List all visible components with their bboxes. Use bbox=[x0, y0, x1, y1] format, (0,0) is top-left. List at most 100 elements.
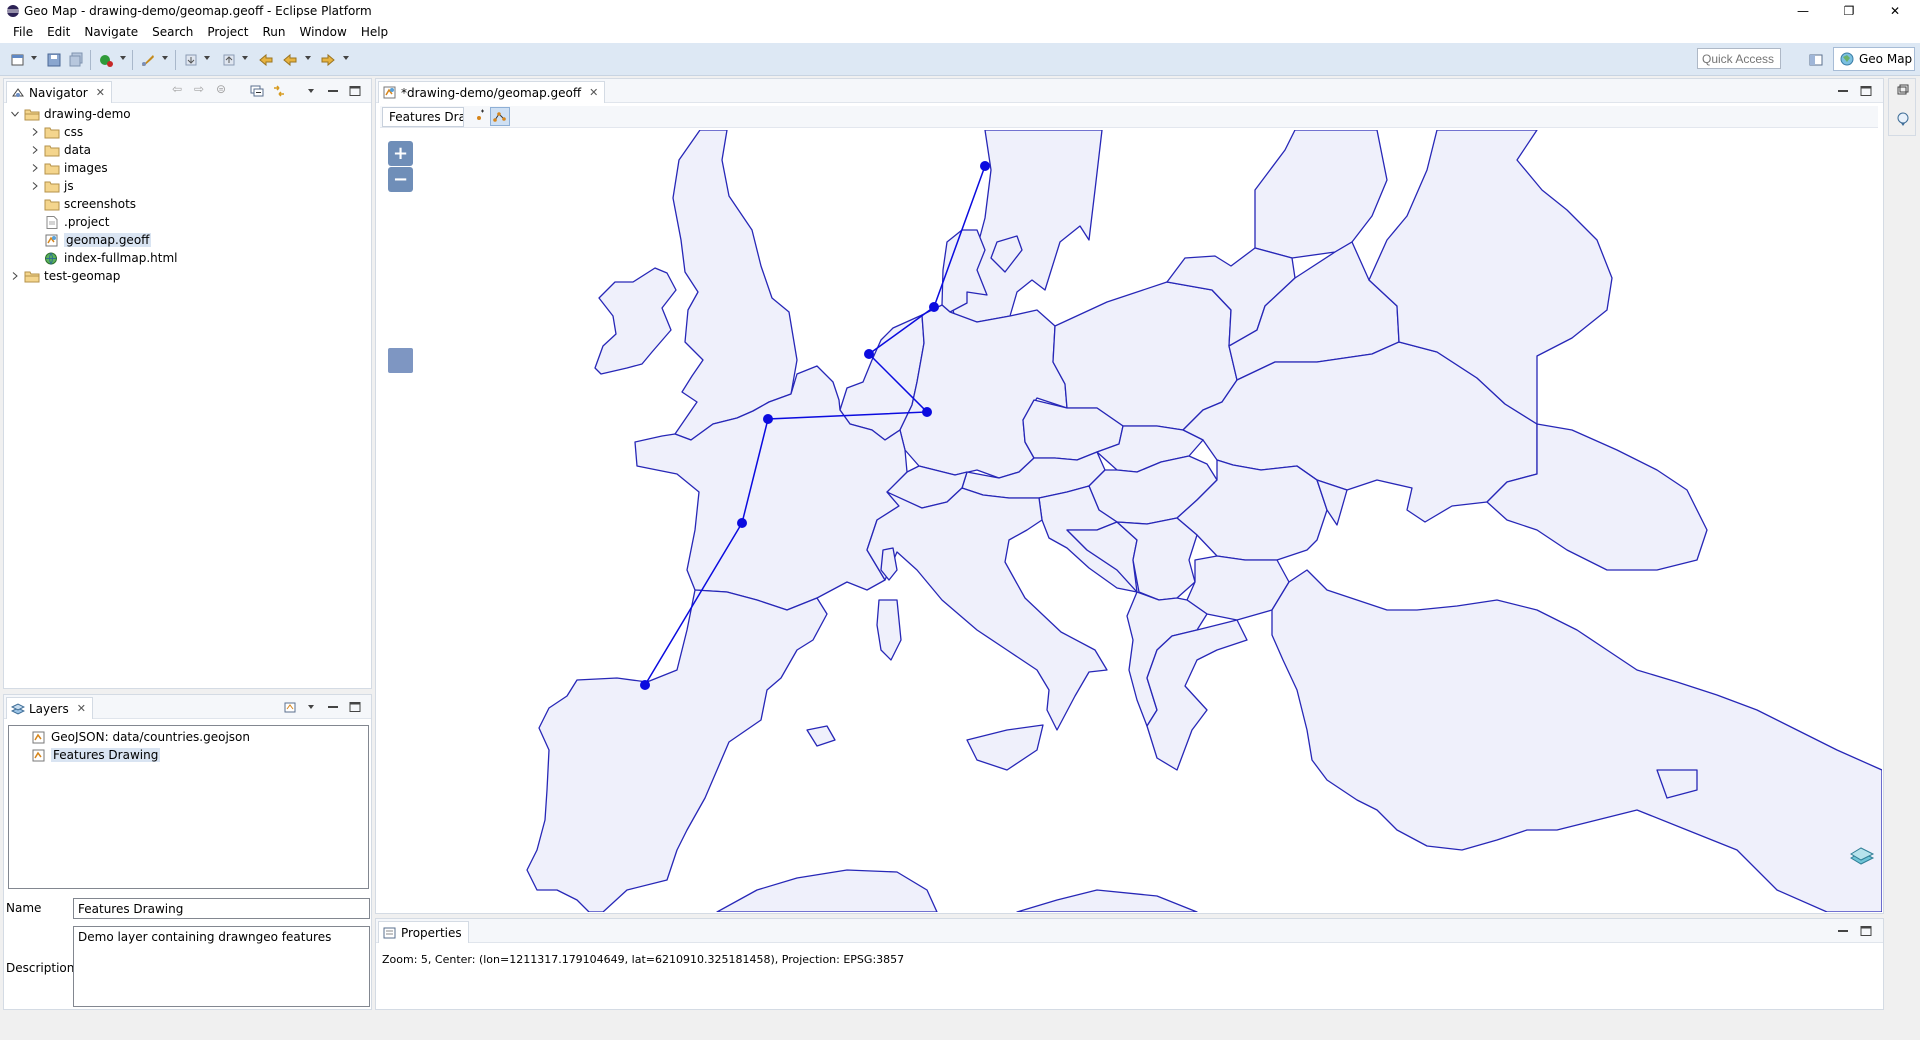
chevron-right-icon[interactable] bbox=[30, 145, 40, 155]
next-annotation-icon[interactable] bbox=[183, 52, 199, 68]
layers-list: GeoJSON: data/countries.geojson Features… bbox=[8, 725, 369, 889]
close-icon[interactable]: ✕ bbox=[77, 702, 86, 715]
back-nav-icon[interactable]: ⇦ bbox=[172, 82, 186, 96]
maximize-view-icon[interactable] bbox=[348, 85, 362, 97]
chevron-down-icon[interactable] bbox=[10, 109, 20, 119]
tree-item-drawing-demo[interactable]: drawing-demo bbox=[10, 105, 131, 123]
geo-map-perspective-button[interactable]: Geo Map bbox=[1833, 47, 1915, 71]
tab-navigator[interactable]: Navigator ✕ bbox=[6, 81, 112, 103]
drawing-layer-icon bbox=[32, 749, 45, 761]
debug-dropdown-icon[interactable] bbox=[120, 56, 126, 60]
feature-vertex[interactable] bbox=[763, 414, 773, 424]
last-edit-icon[interactable] bbox=[258, 52, 274, 68]
add-layer-icon[interactable] bbox=[284, 701, 298, 713]
country-polygons bbox=[526, 130, 1882, 912]
next-annotation-dropdown-icon[interactable] bbox=[204, 56, 210, 60]
close-window-button[interactable]: ✕ bbox=[1872, 0, 1918, 22]
layer-item-geojson[interactable]: GeoJSON: data/countries.geojson bbox=[31, 728, 250, 746]
country-great-britain bbox=[672, 130, 798, 441]
new-icon[interactable] bbox=[10, 52, 26, 68]
forward-icon[interactable] bbox=[320, 52, 336, 68]
menu-window[interactable]: Window bbox=[292, 22, 353, 43]
tree-item-label: test-geomap bbox=[44, 269, 121, 283]
add-feature-icon[interactable] bbox=[472, 109, 486, 123]
menu-file[interactable]: File bbox=[6, 22, 40, 43]
folder-icon bbox=[44, 181, 60, 192]
zoom-in-button[interactable]: + bbox=[388, 141, 413, 166]
menu-search[interactable]: Search bbox=[145, 22, 200, 43]
close-icon[interactable]: ✕ bbox=[589, 86, 598, 99]
save-icon[interactable] bbox=[46, 52, 62, 68]
link-with-editor-icon[interactable] bbox=[272, 85, 286, 97]
external-tools-dropdown-icon[interactable] bbox=[162, 56, 168, 60]
tree-item-project-file[interactable]: .project bbox=[44, 213, 109, 231]
previous-annotation-icon[interactable] bbox=[221, 52, 237, 68]
tree-item-js[interactable]: js bbox=[30, 177, 74, 195]
open-perspective-icon[interactable] bbox=[1808, 52, 1824, 68]
maximize-view-icon[interactable] bbox=[348, 701, 362, 713]
forward-nav-icon[interactable]: ⇨ bbox=[194, 82, 208, 96]
tree-item-data[interactable]: data bbox=[30, 141, 91, 159]
feature-vertex[interactable] bbox=[929, 302, 939, 312]
tree-item-geomap-geoff[interactable]: geomap.geoff bbox=[44, 231, 152, 249]
maximize-view-icon[interactable] bbox=[1859, 925, 1873, 937]
minimize-view-icon[interactable] bbox=[1836, 85, 1850, 97]
minimize-view-icon[interactable] bbox=[1836, 925, 1850, 937]
new-dropdown-icon[interactable] bbox=[31, 56, 37, 60]
menu-help[interactable]: Help bbox=[354, 22, 395, 43]
draw-control-button[interactable] bbox=[388, 348, 413, 373]
back-dropdown-icon[interactable] bbox=[305, 56, 311, 60]
add-layer-dropdown-icon[interactable] bbox=[308, 705, 314, 709]
restore-button[interactable]: ❐ bbox=[1826, 0, 1872, 22]
close-icon[interactable]: ✕ bbox=[96, 86, 105, 99]
chevron-right-icon[interactable] bbox=[30, 181, 40, 191]
tree-item-images[interactable]: images bbox=[30, 159, 108, 177]
outline-view-icon[interactable] bbox=[1895, 111, 1911, 127]
menu-project[interactable]: Project bbox=[200, 22, 255, 43]
tree-item-test-geomap[interactable]: test-geomap bbox=[10, 267, 120, 285]
quick-access-input[interactable] bbox=[1697, 48, 1781, 69]
collapse-all-icon[interactable] bbox=[250, 85, 264, 97]
tree-item-screenshots[interactable]: screenshots bbox=[44, 195, 136, 213]
external-tools-icon[interactable] bbox=[140, 52, 156, 68]
features-drawing-dropdown[interactable]: Features Dra bbox=[382, 107, 464, 127]
restore-stack-icon[interactable] bbox=[1896, 83, 1910, 97]
view-menu-icon[interactable] bbox=[308, 89, 314, 93]
minimize-view-icon[interactable] bbox=[326, 701, 340, 713]
menu-navigate[interactable]: Navigate bbox=[77, 22, 145, 43]
zoom-out-button[interactable]: − bbox=[388, 167, 413, 192]
map-canvas[interactable]: + − bbox=[377, 130, 1882, 912]
feature-vertex[interactable] bbox=[922, 407, 932, 417]
tab-layers[interactable]: Layers ✕ bbox=[6, 697, 93, 719]
layer-item-features-drawing[interactable]: Features Drawing bbox=[31, 746, 161, 764]
tree-item-index-fullmap[interactable]: index-fullmap.html bbox=[44, 249, 177, 267]
forward-dropdown-icon[interactable] bbox=[343, 56, 349, 60]
eclipse-logo-icon bbox=[7, 5, 19, 17]
chevron-right-icon[interactable] bbox=[30, 163, 40, 173]
feature-vertex[interactable] bbox=[640, 680, 650, 690]
feature-vertex[interactable] bbox=[864, 349, 874, 359]
minimize-icon: — bbox=[1797, 4, 1809, 18]
tab-properties[interactable]: Properties bbox=[378, 921, 469, 943]
back-icon[interactable] bbox=[282, 52, 298, 68]
maximize-view-icon[interactable] bbox=[1859, 85, 1873, 97]
feature-vertex[interactable] bbox=[980, 161, 990, 171]
previous-annotation-dropdown-icon[interactable] bbox=[242, 56, 248, 60]
modify-feature-button[interactable] bbox=[490, 107, 510, 126]
debug-icon[interactable] bbox=[98, 52, 114, 68]
save-all-icon[interactable] bbox=[68, 52, 84, 68]
minimize-button[interactable]: — bbox=[1780, 0, 1826, 22]
chevron-right-icon[interactable] bbox=[30, 127, 40, 137]
layer-description-field[interactable]: Demo layer containing drawngeo features bbox=[73, 926, 370, 1007]
menu-run[interactable]: Run bbox=[255, 22, 292, 43]
country-north-africa-2 bbox=[1016, 889, 1198, 912]
chevron-right-icon[interactable] bbox=[10, 271, 20, 281]
minimize-view-icon[interactable] bbox=[326, 85, 340, 97]
tree-item-label: drawing-demo bbox=[44, 107, 131, 121]
tab-geomap-editor[interactable]: *drawing-demo/geomap.geoff ✕ bbox=[378, 81, 606, 103]
tree-item-css[interactable]: css bbox=[30, 123, 83, 141]
layer-name-field[interactable]: Features Drawing bbox=[73, 898, 370, 919]
up-nav-icon[interactable]: ⊜ bbox=[216, 82, 230, 96]
menu-edit[interactable]: Edit bbox=[40, 22, 77, 43]
feature-vertex[interactable] bbox=[737, 518, 747, 528]
